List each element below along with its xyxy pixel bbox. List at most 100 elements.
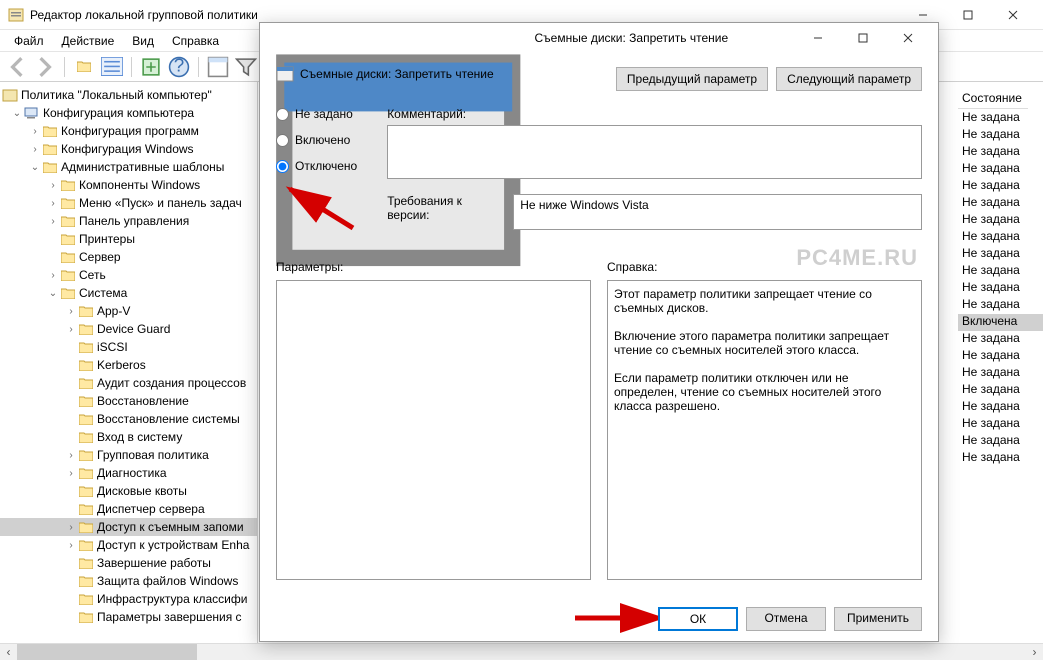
state-value[interactable]: Не задана <box>958 127 1043 144</box>
expander-icon[interactable]: › <box>46 198 60 209</box>
state-value[interactable]: Не задана <box>958 280 1043 297</box>
tree-item[interactable]: Device Guard <box>97 322 170 336</box>
tree-root[interactable]: Политика "Локальный компьютер" <box>21 88 212 102</box>
tree-item[interactable]: Доступ к устройствам Enha <box>97 538 249 552</box>
state-value[interactable]: Не задана <box>958 178 1043 195</box>
tree-item[interactable]: Завершение работы <box>97 556 211 570</box>
toolbar-filter-icon[interactable] <box>235 56 257 78</box>
state-value[interactable]: Не задана <box>958 382 1043 399</box>
tree-item[interactable]: Принтеры <box>79 232 135 246</box>
expander-icon[interactable]: ⌄ <box>10 108 24 119</box>
state-value[interactable]: Не задана <box>958 161 1043 178</box>
menu-action[interactable]: Действие <box>54 32 123 50</box>
tree-item[interactable]: Компоненты Windows <box>79 178 200 192</box>
state-value[interactable]: Не задана <box>958 331 1043 348</box>
expander-icon[interactable]: › <box>64 540 78 551</box>
dialog-minimize-button[interactable] <box>795 24 840 52</box>
expander-icon[interactable]: › <box>64 522 78 533</box>
folder-icon <box>78 574 94 588</box>
toolbar-properties-icon[interactable] <box>207 56 229 78</box>
state-value[interactable]: Не задана <box>958 110 1043 127</box>
state-value[interactable]: Не задана <box>958 433 1043 450</box>
main-maximize-button[interactable] <box>945 1 990 29</box>
expander-icon[interactable]: › <box>46 216 60 227</box>
state-value[interactable]: Включена <box>958 314 1043 331</box>
state-value[interactable]: Не задана <box>958 399 1043 416</box>
apply-button[interactable]: Применить <box>834 607 922 631</box>
tree-item[interactable]: Административные шаблоны <box>61 160 224 174</box>
tree-item[interactable]: Диагностика <box>97 466 167 480</box>
parameters-textarea[interactable] <box>276 280 591 580</box>
ok-button[interactable]: ОК <box>658 607 738 631</box>
expander-icon[interactable]: ⌄ <box>46 288 60 299</box>
expander-icon[interactable]: › <box>28 126 42 137</box>
expander-icon[interactable]: › <box>46 180 60 191</box>
tree-item[interactable]: Конфигурация программ <box>61 124 199 138</box>
state-value[interactable]: Не задана <box>958 263 1043 280</box>
menu-help[interactable]: Справка <box>164 32 227 50</box>
scroll-left-icon[interactable]: ‹ <box>0 644 17 660</box>
toolbar-help-icon[interactable]: ? <box>168 56 190 78</box>
cancel-button[interactable]: Отмена <box>746 607 826 631</box>
toolbar-export-icon[interactable] <box>140 56 162 78</box>
comment-textarea[interactable] <box>387 125 922 179</box>
menu-file[interactable]: Файл <box>6 32 52 50</box>
tree-item[interactable]: Система <box>79 286 127 300</box>
toolbar-folder-icon[interactable] <box>73 56 95 78</box>
tree-cfg-computer[interactable]: Конфигурация компьютера <box>43 106 194 120</box>
dialog-maximize-button[interactable] <box>840 24 885 52</box>
next-setting-button[interactable]: Следующий параметр <box>776 67 922 91</box>
state-value[interactable]: Не задана <box>958 450 1043 467</box>
tree-item[interactable]: Панель управления <box>79 214 189 228</box>
expander-icon[interactable]: › <box>46 270 60 281</box>
tree-item[interactable]: Групповая политика <box>97 448 209 462</box>
toolbar-list-icon[interactable] <box>101 56 123 78</box>
folder-icon <box>78 484 94 498</box>
tree-item[interactable]: Конфигурация Windows <box>61 142 194 156</box>
tree-item[interactable]: Меню «Пуск» и панель задач <box>79 196 242 210</box>
radio-enabled[interactable]: Включено <box>276 133 357 147</box>
expander-icon[interactable]: › <box>64 324 78 335</box>
state-value[interactable]: Не задана <box>958 246 1043 263</box>
tree-item[interactable]: Защита файлов Windows <box>97 574 238 588</box>
radio-not-configured[interactable]: Не задано <box>276 107 357 121</box>
tree-item[interactable]: Kerberos <box>97 358 146 372</box>
tree-item[interactable]: App-V <box>97 304 130 318</box>
state-value[interactable]: Не задана <box>958 195 1043 212</box>
state-value[interactable]: Не задана <box>958 297 1043 314</box>
state-value[interactable]: Не задана <box>958 212 1043 229</box>
previous-setting-button[interactable]: Предыдущий параметр <box>616 67 768 91</box>
tree-item[interactable]: Доступ к съемным запоми <box>97 520 244 534</box>
tree-item[interactable]: Восстановление <box>97 394 189 408</box>
column-header-state[interactable]: Состояние <box>958 88 1028 109</box>
menu-view[interactable]: Вид <box>124 32 162 50</box>
dialog-subtitle: Съемные диски: Запретить чтение <box>300 67 494 81</box>
tree-item[interactable]: Диспетчер сервера <box>97 502 205 516</box>
tree-item[interactable]: Сеть <box>79 268 106 282</box>
tree-item[interactable]: iSCSI <box>97 340 128 354</box>
state-value[interactable]: Не задана <box>958 348 1043 365</box>
expander-icon[interactable]: › <box>64 468 78 479</box>
state-value[interactable]: Не задана <box>958 144 1043 161</box>
state-value[interactable]: Не задана <box>958 416 1043 433</box>
tree-item[interactable]: Вход в систему <box>97 430 182 444</box>
scroll-right-icon[interactable]: › <box>1026 644 1043 660</box>
tree-item[interactable]: Дисковые квоты <box>97 484 187 498</box>
main-close-button[interactable] <box>990 1 1035 29</box>
tree-item[interactable]: Сервер <box>79 250 121 264</box>
expander-icon[interactable]: › <box>28 144 42 155</box>
tree-item[interactable]: Восстановление системы <box>97 412 240 426</box>
expander-icon[interactable]: › <box>64 306 78 317</box>
tree-item[interactable]: Параметры завершения с <box>97 610 242 624</box>
expander-icon[interactable]: ⌄ <box>28 162 42 173</box>
tree-item[interactable]: Аудит создания процессов <box>97 376 246 390</box>
help-textarea[interactable]: Этот параметр политики запрещает чтение … <box>607 280 922 580</box>
dialog-close-button[interactable] <box>885 24 930 52</box>
horizontal-scrollbar[interactable]: ‹ › <box>0 643 1043 660</box>
state-value[interactable]: Не задана <box>958 365 1043 382</box>
radio-disabled[interactable]: Отключено <box>276 159 357 173</box>
state-value[interactable]: Не задана <box>958 229 1043 246</box>
expander-icon[interactable]: › <box>64 450 78 461</box>
tree-pane[interactable]: Политика "Локальный компьютер" ⌄ Конфигур… <box>0 82 258 660</box>
tree-item[interactable]: Инфраструктура классифи <box>97 592 247 606</box>
